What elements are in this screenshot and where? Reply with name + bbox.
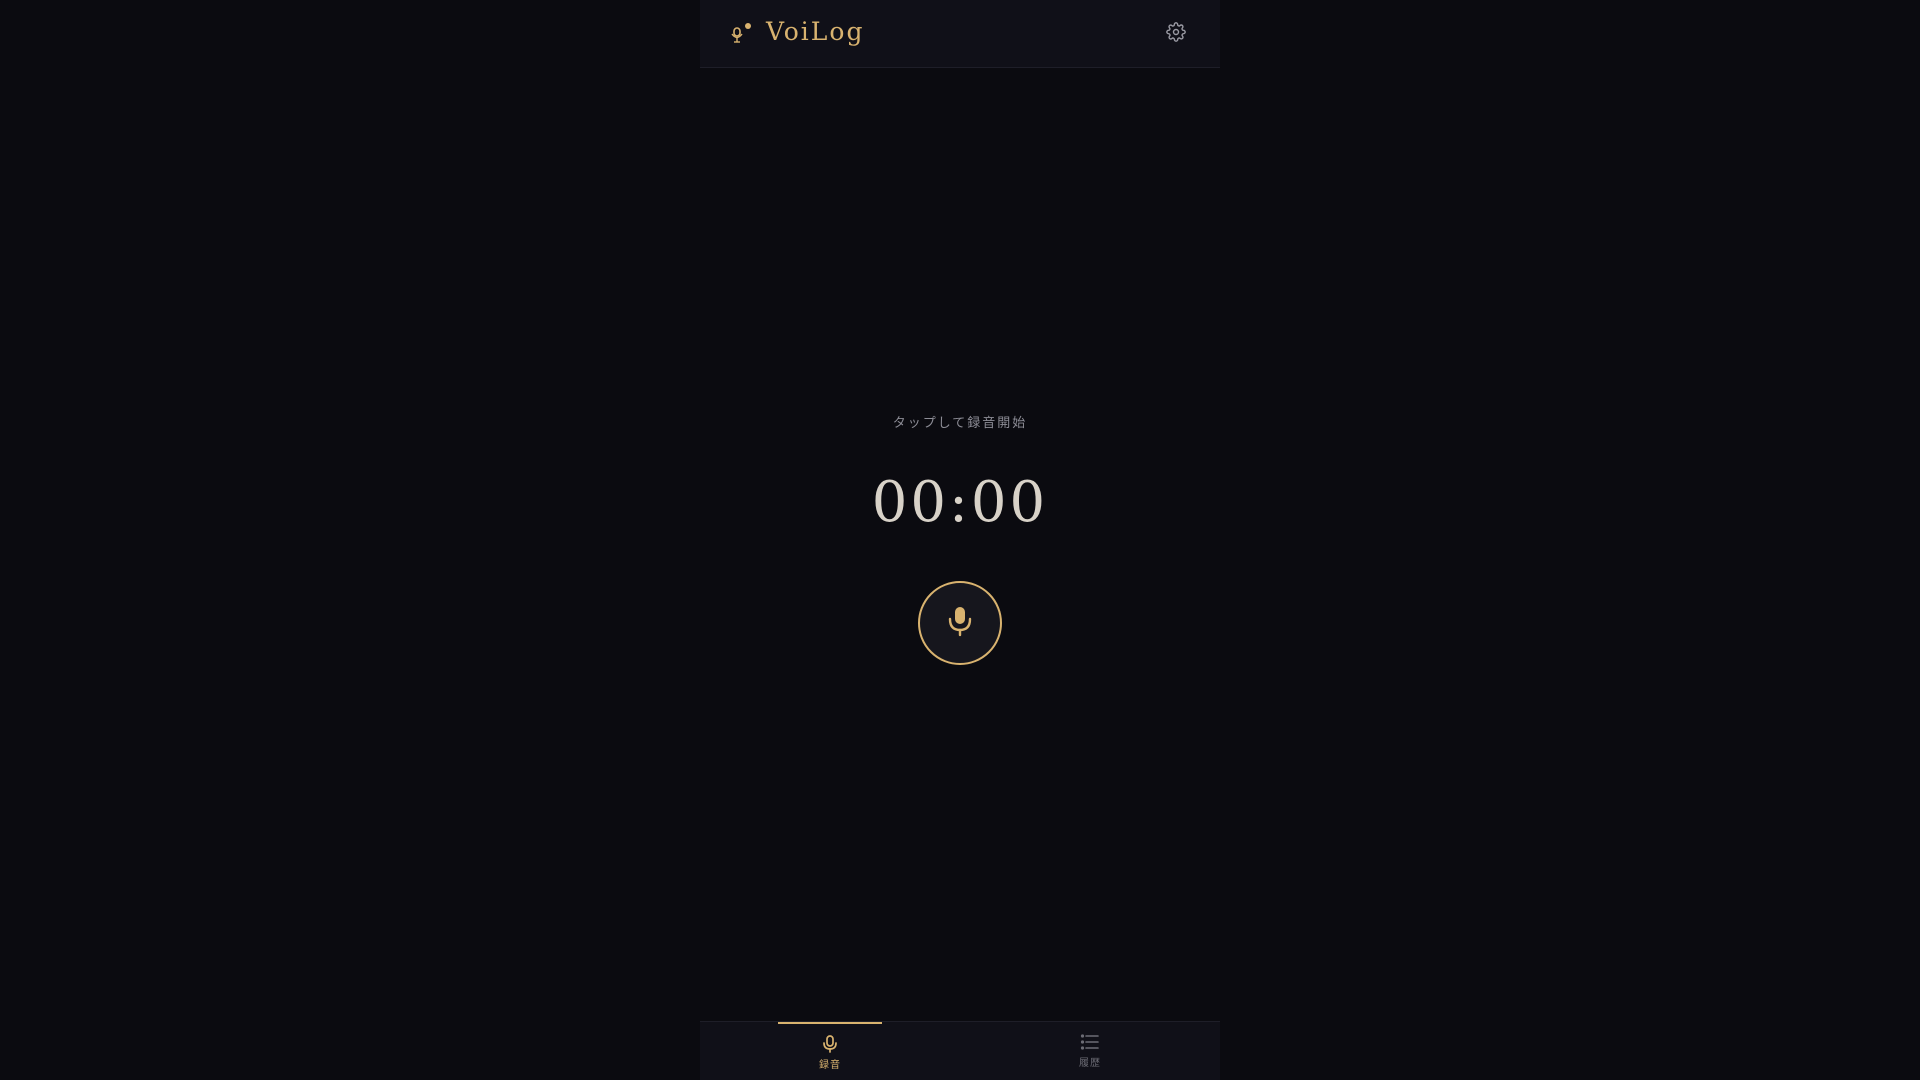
list-icon	[1080, 1032, 1100, 1052]
recording-timer: 00:00	[871, 470, 1049, 535]
microphone-icon	[945, 604, 975, 642]
record-hint-text: タップして録音開始	[892, 416, 1028, 431]
gear-icon	[1166, 22, 1186, 46]
app-title: VoiLog	[766, 17, 865, 46]
nav-tab-history[interactable]: 履歴	[1038, 1022, 1142, 1080]
bottom-navigation: 録音 履歴	[700, 1021, 1220, 1080]
nav-label-record: 録音	[819, 1060, 841, 1071]
nav-tab-record[interactable]: 録音	[778, 1022, 882, 1080]
settings-button[interactable]	[1162, 20, 1190, 48]
microphone-icon	[820, 1034, 840, 1054]
nav-label-history: 履歴	[1079, 1058, 1101, 1069]
record-button[interactable]	[918, 581, 1002, 665]
app-frame: VoiLog タップして録音開始 00:00 録音 履歴	[700, 0, 1220, 1080]
app-header: VoiLog	[700, 0, 1220, 68]
logo-mic-icon	[730, 20, 754, 46]
